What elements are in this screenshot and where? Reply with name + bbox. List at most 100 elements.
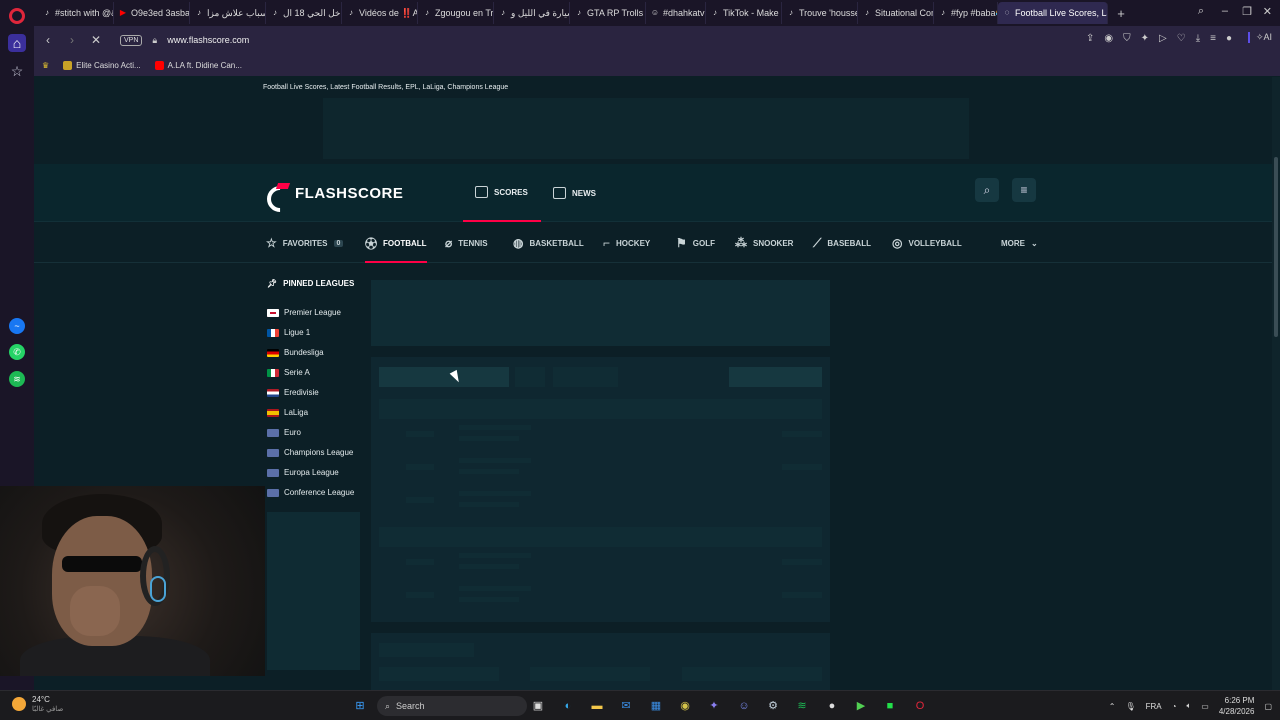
menu-icon[interactable]: ≡ (1210, 33, 1216, 44)
ai-button[interactable]: ✧AI (1247, 32, 1272, 43)
sport-more[interactable]: MORE ⌄ (1001, 223, 1038, 263)
windows-start-icon[interactable]: ⊞ (351, 697, 369, 715)
tab[interactable]: ♪ #stitch with @& (38, 2, 114, 24)
league-item[interactable]: Conference League (267, 488, 354, 497)
tab[interactable]: ♪ Vidéos de ‼️An (342, 2, 418, 24)
volume-icon[interactable]: 🔈︎ (1186, 701, 1191, 711)
scrollbar-thumb[interactable] (1274, 157, 1278, 337)
tab[interactable]: ♪#fyp #baba😂 🎯 (934, 2, 998, 24)
bookmark-item[interactable]: Elite Casino Acti... (63, 60, 141, 70)
github-icon[interactable]: ● (823, 697, 841, 715)
league-item[interactable]: Bundesliga (267, 348, 324, 357)
url-input[interactable]: www.flashscore.com (167, 35, 249, 45)
league-item[interactable]: Eredivisie (267, 388, 319, 397)
sport-baseball[interactable]: ⟋ BASEBALL (813, 223, 871, 263)
edge-icon[interactable]: ◐ (559, 697, 577, 715)
row-skeleton (406, 431, 434, 437)
language-indicator[interactable]: FRA (1146, 702, 1162, 711)
minimize-icon[interactable]: – (1222, 5, 1228, 17)
maximize-icon[interactable]: ❐ (1242, 5, 1252, 18)
stop-icon[interactable]: ✕ (86, 33, 106, 47)
league-item[interactable]: Ligue 1 (267, 328, 310, 337)
wifi-icon[interactable]: ◔ (1172, 702, 1177, 711)
heart-icon[interactable]: ♡ (1177, 33, 1186, 44)
back-icon[interactable]: ‹ (38, 33, 58, 47)
weather-widget[interactable]: 24°C صافي غالبًا (12, 695, 63, 713)
store-icon[interactable]: ▦ (647, 697, 665, 715)
league-item[interactable]: Premier League (267, 308, 341, 317)
site-logo[interactable]: FLASHSCORE (267, 183, 403, 203)
share-icon[interactable]: ⇪ (1086, 33, 1094, 44)
clock[interactable]: 6:26 PM 4/28/2026 (1219, 695, 1255, 717)
page-scrollbar[interactable] (1272, 77, 1280, 690)
league-item[interactable]: LaLiga (267, 408, 308, 417)
sport-volleyball[interactable]: ◎ VOLLEYBALL (892, 223, 962, 263)
chevron-up-icon[interactable]: ⌃ (1109, 702, 1116, 711)
league-item[interactable]: Europa League (267, 468, 339, 477)
teams-icon[interactable]: ✦ (705, 697, 723, 715)
sport-snooker[interactable]: ⁂ SNOOKER (735, 223, 793, 263)
steam-icon[interactable]: ⚙ (764, 697, 782, 715)
sport-tennis[interactable]: ⌀ TENNIS (445, 223, 488, 263)
microphone-icon[interactable]: 🎙︎ (1125, 702, 1135, 711)
battery-icon[interactable]: ▭ (1201, 702, 1209, 711)
tab[interactable]: ♪ أسباب علاش مزا (190, 2, 266, 24)
opera-logo-icon[interactable] (9, 8, 25, 24)
play-icon[interactable]: ▷ (1159, 33, 1167, 44)
camera-icon[interactable]: ◉ (1104, 33, 1113, 44)
webcam-person-glasses (62, 556, 142, 572)
forward-icon[interactable]: › (62, 33, 82, 47)
star-icon[interactable]: ☆ (8, 62, 26, 80)
menu-button[interactable]: ≡ (1012, 178, 1036, 202)
sport-basketball[interactable]: ◍ BASKETBALL (513, 223, 584, 263)
app-icon[interactable]: ■ (881, 697, 899, 715)
nav-news[interactable]: NEWS (553, 164, 596, 222)
germany-flag-icon (267, 348, 279, 357)
tab[interactable]: ♪داخل الحي 18 ال (266, 2, 342, 24)
task-view-icon[interactable]: ▣ (529, 697, 547, 715)
xbox-icon[interactable]: ◉ (676, 697, 694, 715)
league-item[interactable]: Champions League (267, 448, 353, 457)
new-tab-button[interactable]: + (1112, 6, 1130, 21)
sport-football[interactable]: ⚽︎ FOOTBALL (365, 223, 427, 263)
sport-golf[interactable]: ⚑ GOLF (676, 223, 715, 263)
search-button[interactable]: ⌕ (975, 178, 999, 202)
tab[interactable]: ♪ Zgougou en Tra (418, 2, 494, 24)
tab[interactable]: ♪ سيارة في الليل و (494, 2, 570, 24)
vpn-badge[interactable]: VPN (120, 34, 143, 46)
tab[interactable]: ♪Trouve 'houssen (782, 2, 858, 24)
download-icon[interactable]: ⤓ (1196, 33, 1200, 44)
home-icon[interactable]: ⌂ (8, 34, 26, 52)
tab[interactable]: ♪ Situational Com (858, 2, 934, 24)
nav-scores[interactable]: SCORES (463, 164, 541, 222)
file-explorer-icon[interactable]: ▬ (588, 697, 606, 715)
notification-icon[interactable]: ▢ (1264, 702, 1272, 711)
sport-hockey[interactable]: ⌐ HOCKEY (603, 223, 650, 263)
bookmarks-icon[interactable]: ♛ (42, 61, 49, 70)
tab[interactable]: ☺ #dhahkatv (646, 2, 706, 24)
league-item[interactable]: Serie A (267, 368, 310, 377)
close-icon[interactable]: ✕ (1263, 5, 1272, 18)
search-tabs-icon[interactable]: ⌕ (1198, 5, 1204, 18)
terminal-icon[interactable]: ▶ (852, 697, 870, 715)
messenger-icon[interactable]: ~ (9, 318, 25, 334)
profile-icon[interactable]: ● (1226, 33, 1232, 44)
opera-icon[interactable]: O (911, 697, 929, 715)
mail-icon[interactable]: ✉ (617, 697, 635, 715)
bookmark-item[interactable]: A.LA ft. Didine Can... (154, 60, 242, 70)
tab-active[interactable]: ◌Football Live Scores, Lates (998, 2, 1108, 24)
spotify-icon[interactable]: ≋ (793, 697, 811, 715)
tab[interactable]: ♪GTA RP Trolls ar (570, 2, 646, 24)
taskbar-search[interactable]: ⌕ Search (377, 696, 527, 716)
whatsapp-icon[interactable]: ✆ (9, 344, 25, 360)
tab[interactable]: ♪ TikTok - Make Y (706, 2, 782, 24)
lock-icon[interactable]: 🔒︎ (152, 35, 157, 46)
spotify-icon[interactable]: ≋ (9, 371, 25, 387)
discord-icon[interactable]: ☺ (735, 697, 753, 715)
tiktok-icon: ♪ (349, 8, 353, 17)
league-item[interactable]: Euro (267, 428, 301, 437)
sport-favorites[interactable]: ☆ FAVORITES 0 (266, 223, 344, 263)
shield-icon[interactable]: ⛉ (1123, 33, 1131, 44)
extensions-icon[interactable]: ✦ (1141, 33, 1149, 44)
tab[interactable]: ▶ O9e3ed 3asba (114, 2, 190, 24)
